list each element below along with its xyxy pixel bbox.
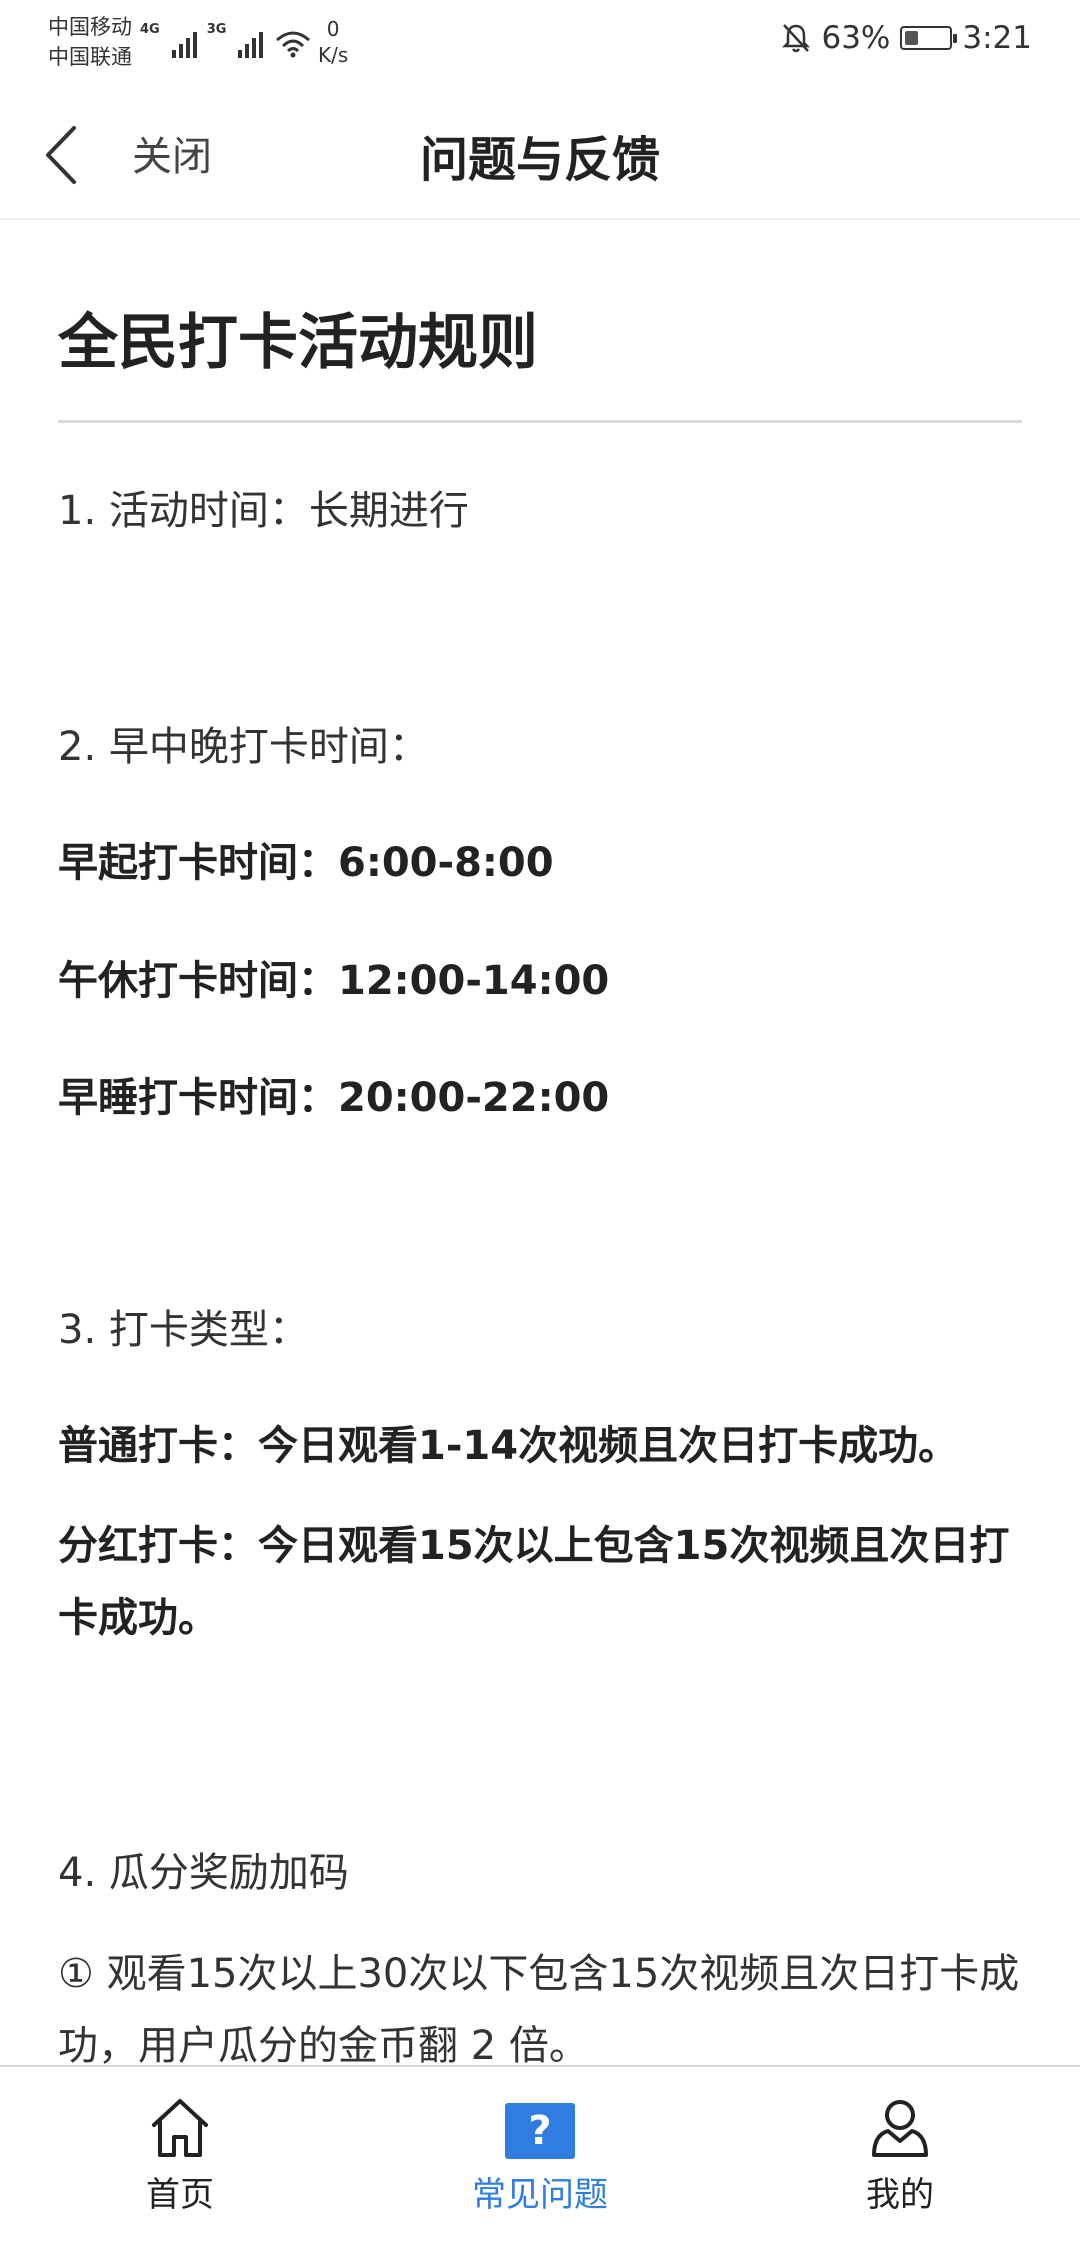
section-checkin-types: 3. 打卡类型：: [58, 1307, 309, 1353]
section-checkin-times: 2. 早中晚打卡时间：: [58, 724, 429, 770]
normal-checkin-rule: 普通打卡：今日观看1-14次视频且次日打卡成功。: [58, 1423, 959, 1469]
nav-faq-label: 常见问题: [472, 2175, 608, 2215]
nav-mine-label: 我的: [866, 2175, 934, 2215]
bonus-checkin-rule: 分红打卡：今日观看15次以上包含15次视频且次日打卡成功。: [58, 1523, 1010, 1641]
status-bar: 中国移动 中国联通 4G 3G 0 K/s 63% 3:21: [0, 0, 1080, 84]
morning-checkin-time: 早起打卡时间：6:00-8:00: [58, 840, 554, 886]
nav-home-label: 首页: [146, 2175, 214, 2215]
nav-mine[interactable]: 我的: [720, 2067, 1080, 2244]
signal-icon: [238, 28, 264, 58]
section-activity-time: 1. 活动时间：长期进行: [58, 488, 469, 534]
status-right: 63% 3:21: [781, 20, 1032, 56]
battery-icon: [900, 26, 958, 50]
carrier-info: 中国移动 中国联通: [48, 12, 132, 72]
reward-rule-1: ① 观看15次以上30次以下包含15次视频且次日打卡成功，用户瓜分的金币翻 2 …: [58, 1951, 1020, 2065]
section-reward-bonus: 4. 瓜分奖励加码: [58, 1850, 349, 1896]
bottom-nav: 首页 ? 常见问题 我的: [0, 2065, 1080, 2244]
battery-fill: [905, 31, 918, 45]
carrier-1: 中国移动: [48, 15, 132, 39]
battery-percent: 63%: [821, 20, 891, 56]
carrier-2: 中国联通: [48, 45, 132, 69]
title-divider: [58, 420, 1022, 423]
network-speed: 0 K/s: [318, 16, 348, 68]
nav-faq[interactable]: ? 常见问题: [360, 2067, 720, 2244]
article-content[interactable]: 全民打卡活动规则 1. 活动时间：长期进行 2. 早中晚打卡时间： 早起打卡时间…: [58, 220, 1022, 2065]
question-icon: ?: [505, 2103, 575, 2159]
evening-checkin-time: 早睡打卡时间：20:00-22:00: [58, 1075, 610, 1121]
network-type-2: 3G: [206, 22, 227, 37]
article-title: 全民打卡活动规则: [58, 308, 538, 378]
page-title: 问题与反馈: [419, 132, 660, 188]
home-icon: [152, 2099, 208, 2157]
speed-unit: K/s: [318, 43, 349, 67]
clock: 3:21: [962, 20, 1032, 56]
wifi-icon: [276, 31, 311, 58]
header-bar: 关闭 问题与反馈: [0, 84, 1080, 220]
mute-bell-icon: [782, 24, 811, 53]
signal-indicators: 4G 3G: [140, 18, 313, 58]
signal-icon: [171, 28, 197, 58]
noon-checkin-time: 午休打卡时间：12:00-14:00: [58, 958, 610, 1004]
network-type-1: 4G: [140, 22, 160, 37]
speed-value: 0: [326, 17, 340, 41]
nav-home[interactable]: 首页: [0, 2067, 360, 2244]
person-icon: [872, 2100, 928, 2157]
